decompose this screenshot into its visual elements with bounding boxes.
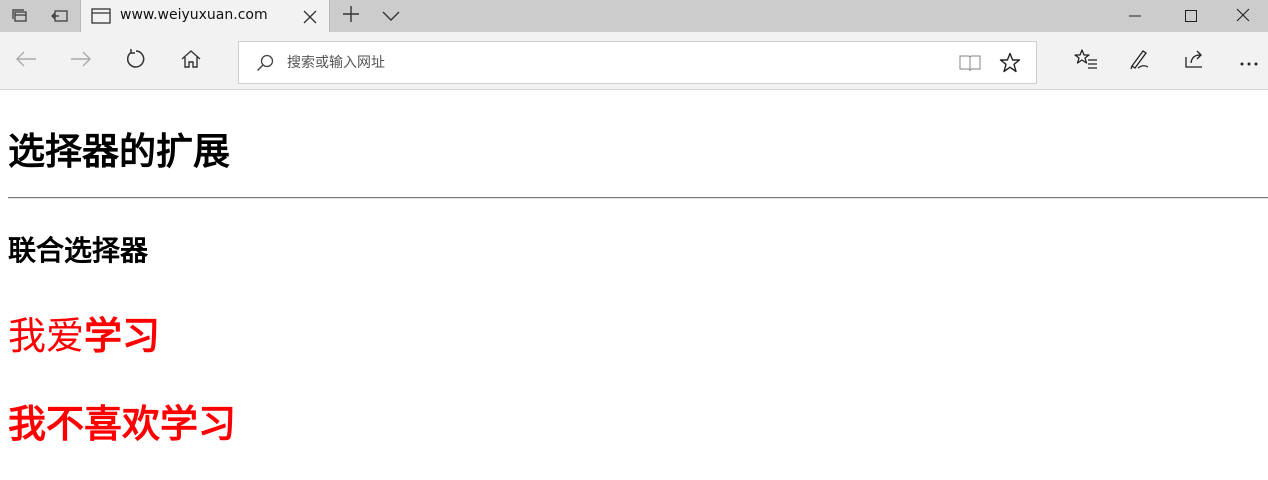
normal-text: 我爱 <box>8 314 85 358</box>
favorites-hub-button[interactable] <box>1071 46 1101 76</box>
favorites-list-icon <box>1074 48 1098 74</box>
active-tab[interactable]: www.weiyuxuan.com <box>80 0 330 32</box>
divider <box>8 197 1268 199</box>
tab-title: www.weiyuxuan.com <box>120 7 268 23</box>
address-input[interactable] <box>287 42 937 83</box>
tab-set-aside-icon[interactable] <box>0 0 40 32</box>
red-text-line-1: 我爱学习 <box>8 305 160 360</box>
maximize-button[interactable] <box>1162 0 1220 32</box>
bold-text: 学习 <box>84 314 161 358</box>
minimize-icon <box>1129 7 1141 26</box>
notes-button[interactable] <box>1124 46 1154 76</box>
back-button[interactable] <box>11 46 41 76</box>
tabs-aside-icon[interactable] <box>40 0 80 32</box>
forward-arrow-icon <box>70 50 92 72</box>
new-tab-button[interactable] <box>331 0 371 32</box>
close-icon[interactable] <box>302 9 318 29</box>
refresh-icon <box>125 48 147 74</box>
search-icon <box>256 54 274 76</box>
address-bar[interactable] <box>238 41 1037 84</box>
close-window-button[interactable] <box>1218 0 1268 32</box>
minimize-button[interactable] <box>1106 0 1164 32</box>
page-heading: 选择器的扩展 <box>8 130 230 173</box>
plus-icon <box>342 5 360 27</box>
navigation-bar <box>0 32 1268 90</box>
tab-preview-button[interactable] <box>371 0 411 32</box>
more-button[interactable] <box>1234 46 1264 76</box>
refresh-button[interactable] <box>121 46 151 76</box>
section-heading: 联合选择器 <box>8 234 149 267</box>
home-icon <box>180 49 202 73</box>
share-icon <box>1183 49 1205 73</box>
forward-button[interactable] <box>66 46 96 76</box>
back-arrow-icon <box>15 50 37 72</box>
red-text-line-2: 我不喜欢学习 <box>8 402 237 446</box>
book-icon[interactable] <box>957 52 983 74</box>
page-content: 选择器的扩展 联合选择器 我爱学习 我不喜欢学习 <box>0 91 1268 480</box>
star-icon[interactable] <box>997 52 1023 74</box>
chevron-down-icon <box>382 7 400 26</box>
page-icon <box>91 8 111 28</box>
maximize-icon <box>1185 7 1197 26</box>
close-icon <box>1236 7 1250 26</box>
share-button[interactable] <box>1179 46 1209 76</box>
pen-icon <box>1128 48 1150 74</box>
home-button[interactable] <box>176 46 206 76</box>
tab-bar: www.weiyuxuan.com <box>0 0 1268 32</box>
more-icon <box>1239 52 1259 71</box>
